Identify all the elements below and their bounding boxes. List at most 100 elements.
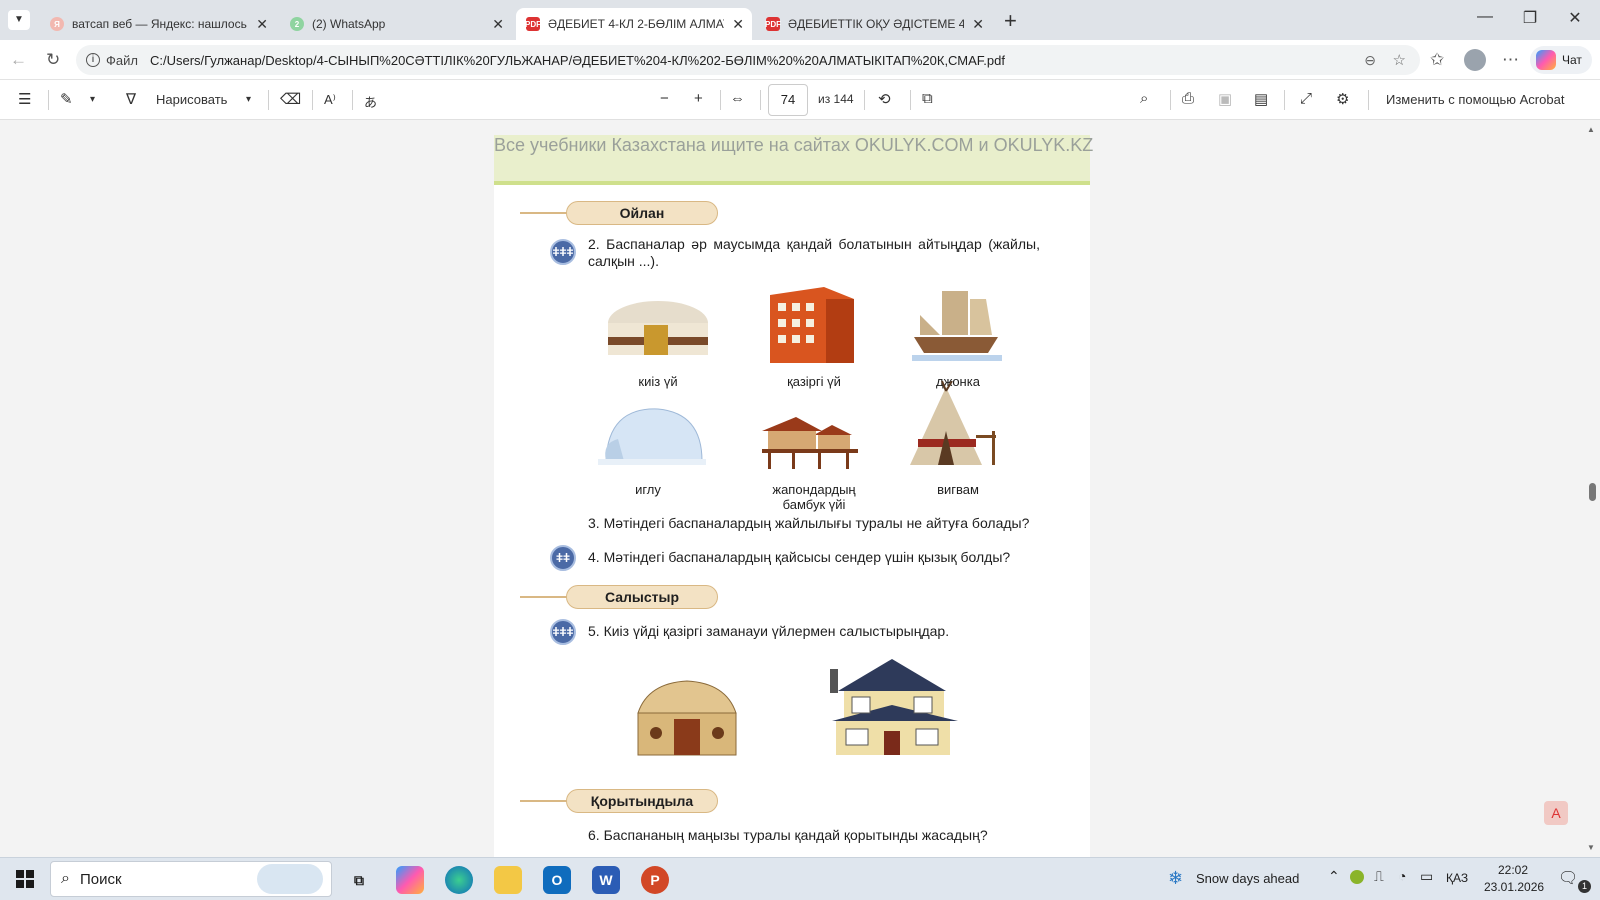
divider [864,90,865,110]
divider [48,90,49,110]
profile-avatar[interactable] [1464,49,1486,71]
close-icon[interactable]: ✕ [492,16,504,33]
contents-list-icon[interactable]: ☰ [18,90,31,108]
highlight-icon[interactable]: ✎ [60,90,73,108]
divider [720,90,721,110]
minimize-button[interactable]: — [1470,8,1500,26]
tab-actions-button[interactable]: ▼ [8,10,30,30]
search-icon[interactable]: ⌕ [1140,90,1148,107]
rotate-icon[interactable]: ⟲ [878,90,891,108]
zoom-out-icon[interactable]: − [660,90,669,107]
page-count-label: из 144 [818,92,854,106]
translate-icon[interactable]: あ [364,92,377,111]
favorites-icon[interactable]: ✩ [1430,50,1444,70]
battery-icon[interactable]: ▭ [1420,868,1433,885]
page-number-input[interactable]: 74 [768,84,808,116]
chevron-down-icon[interactable]: ▾ [246,94,251,105]
section-line [520,596,570,598]
divider [352,90,353,110]
section-line [520,800,570,802]
task-view-icon[interactable]: ⧉ [345,866,373,894]
taskbar-search-box[interactable]: ⌕ Поиск [50,861,332,897]
draw-icon[interactable]: ∇ [126,90,136,108]
outlook-icon[interactable]: O [543,866,571,894]
language-indicator[interactable]: ҚАЗ [1446,871,1468,885]
address-bar-row: ← ↻ i Файл C:/Users/Гулжанар/Desktop/4-С… [0,40,1600,80]
close-icon[interactable]: ✕ [972,16,984,33]
question-3: 3. Мәтіндегі баспаналардың жайлылығы тур… [588,515,1030,531]
eraser-icon[interactable]: ⌫ [280,90,301,108]
tab-label: ӘДЕБИЕТ 4-КЛ 2-БӨЛІМ АЛМАТЫКІТАП [548,17,724,31]
save-as-icon[interactable]: ▤ [1254,90,1268,108]
settings-gear-icon[interactable]: ⚙ [1336,90,1349,108]
clock-date[interactable]: 23.01.2026 [1484,880,1544,894]
print-icon[interactable]: ⎙ [1182,90,1194,107]
yandex-icon: Я [50,17,64,31]
scroll-down-icon[interactable]: ▼ [1587,843,1595,852]
back-arrow-icon[interactable]: ← [10,50,27,70]
page-view-icon[interactable]: ⧉ [922,90,933,107]
wigwam-illustration [910,381,996,465]
divider [1284,90,1285,110]
copilot-app-icon[interactable] [396,866,424,894]
zoom-in-icon[interactable]: + [694,90,703,107]
divider [312,90,313,110]
chevron-up-icon[interactable]: ⌃ [1328,868,1340,885]
group-work-icon: ǂǂǂ [550,619,576,645]
search-icon: ⌕ [61,870,70,887]
whatsapp-icon: 2 [290,17,304,31]
copilot-icon [1536,50,1556,70]
scroll-up-icon[interactable]: ▲ [1587,125,1595,134]
word-icon[interactable]: W [592,866,620,894]
tab-label: ӘДЕБИЕТТІК ОҚУ ӘДІСТЕМЕ 4-СЫНЫП [788,17,964,31]
url-text: C:/Users/Гулжанар/Desktop/4-СЫНЫП%20СӘТТ… [149,52,1005,68]
close-window-button[interactable]: ✕ [1560,8,1590,28]
favorite-star-icon[interactable]: ☆ [1393,51,1406,69]
bamboo-house-illustration [762,417,858,469]
caption-bamboo-house: жапондардың бамбук үйі [772,482,856,512]
notification-icon[interactable]: 🗨 [1558,868,1578,888]
weather-label[interactable]: Snow days ahead [1196,871,1299,886]
save-icon[interactable]: ▣ [1218,90,1232,108]
draw-button-label[interactable]: Нарисовать [156,92,227,107]
tab-adebiet-pdf[interactable]: PDF ӘДЕБИЕТ 4-КЛ 2-БӨЛІМ АЛМАТЫКІТАП ✕ [516,8,752,40]
tab-yandex[interactable]: Я ватсап веб — Яндекс: нашлось 5 тыс. ✕ [40,8,276,40]
tab-metodika-pdf[interactable]: PDF ӘДЕБИЕТТІК ОҚУ ӘДІСТЕМЕ 4-СЫНЫП ✕ [756,8,992,40]
refresh-icon[interactable]: ↻ [46,50,60,70]
copilot-chat-button[interactable]: Чат [1530,46,1592,74]
fullscreen-icon[interactable]: ⤢ [1300,90,1312,107]
powerpoint-icon[interactable]: P [641,866,669,894]
notification-count: 1 [1578,880,1591,893]
clock-time[interactable]: 22:02 [1498,863,1528,877]
update-icon[interactable] [1350,870,1364,884]
acrobat-icon[interactable]: A [1544,801,1568,825]
address-field[interactable]: i Файл C:/Users/Гулжанар/Desktop/4-СЫНЫП… [76,45,1420,75]
yurt-illustration [608,301,708,355]
chevron-down-icon[interactable]: ▾ [90,94,95,105]
scroll-thumb[interactable] [1589,483,1596,501]
wifi-icon[interactable]: ◔ [1398,868,1406,884]
file-explorer-icon[interactable] [494,866,522,894]
tab-whatsapp[interactable]: 2 (2) WhatsApp ✕ [280,8,512,40]
zoom-icon[interactable]: ⊖ [1364,52,1376,69]
new-tab-button[interactable]: + [1004,8,1017,34]
edit-with-acrobat-button[interactable]: Изменить с помощью Acrobat [1386,92,1564,107]
fit-width-icon[interactable]: ⇔ [730,90,745,107]
pdf-viewer[interactable]: Все учебники Казахстана ищите на сайтах … [0,121,1600,857]
device-icon[interactable]: ⎍ [1374,868,1384,885]
vertical-scrollbar[interactable]: ▲ ▼ [1584,121,1600,857]
read-aloud-icon[interactable]: A⁾ [324,92,336,108]
close-icon[interactable]: ✕ [732,16,744,33]
question-6: 6. Баспананың маңызы туралы қандай қорыт… [588,827,988,843]
section-title-salystyr: Салыстыр [566,585,718,609]
question-2: 2. Баспаналар әр маусымда қандай болатын… [588,236,1040,269]
windows-start-icon[interactable] [16,870,34,888]
igloo-illustration [598,408,706,465]
info-icon: i [86,53,100,67]
close-icon[interactable]: ✕ [256,16,268,33]
pdf-icon: PDF [765,17,781,31]
windows-taskbar: ⌕ Поиск ⧉ O W P ❄ Snow days ahead ⌃ ⎍ ◔ … [0,857,1600,900]
restore-button[interactable]: ❐ [1515,8,1545,28]
more-menu-icon[interactable]: ⋯ [1502,50,1519,70]
edge-browser-icon[interactable] [445,866,473,894]
